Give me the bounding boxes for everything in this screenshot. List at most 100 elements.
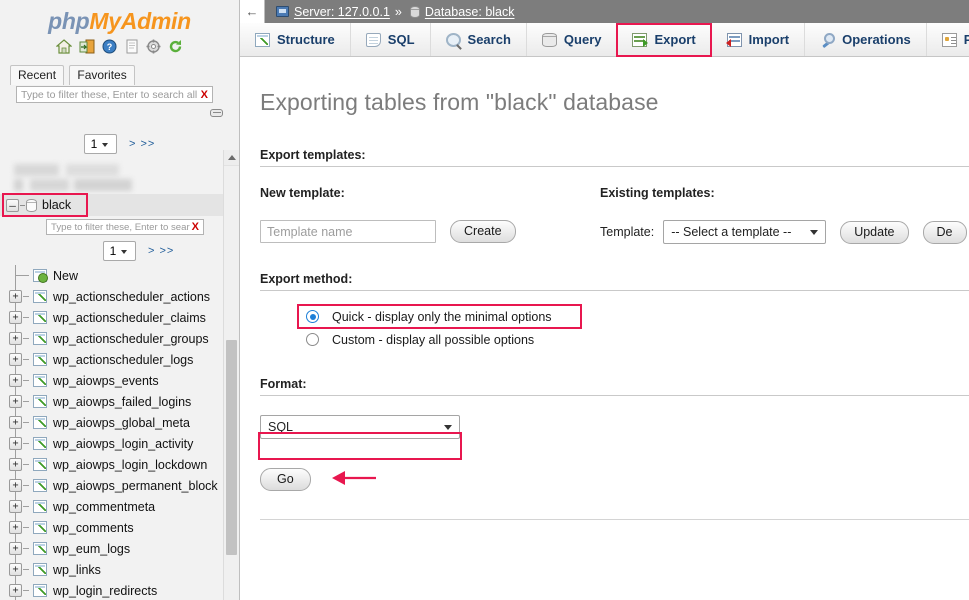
tree-item-label[interactable]: wp_aiowps_permanent_block [53, 479, 218, 493]
tab-import[interactable]: Import [712, 23, 805, 56]
tree-item-wp-eum-logs[interactable]: + wp_eum_logs [0, 538, 239, 559]
quick-radio-row[interactable]: Quick - display only the minimal options [306, 305, 969, 328]
tree-item-wp-aiowps-login-activity[interactable]: + wp_aiowps_login_activity [0, 433, 239, 454]
tree-item-label[interactable]: wp_actionscheduler_actions [53, 290, 210, 304]
tree-item-wp-aiowps-events[interactable]: + wp_aiowps_events [0, 370, 239, 391]
tab-structure[interactable]: Structure [240, 23, 351, 56]
sidebar-tab-favorites[interactable]: Favorites [69, 65, 134, 85]
table-pager-last[interactable]: >> [159, 245, 174, 257]
tree-item-wp-comments[interactable]: + wp_comments [0, 517, 239, 538]
db-pager-arrows[interactable]: > >> [129, 138, 155, 150]
tree-item-wp-login-redirects[interactable]: + wp_login_redirects [0, 580, 239, 600]
tree-item-label[interactable]: wp_aiowps_failed_logins [53, 395, 191, 409]
tree-item-label[interactable]: wp_aiowps_global_meta [53, 416, 190, 430]
back-button[interactable]: ← [240, 0, 265, 23]
collapse-icon[interactable]: – [6, 199, 19, 212]
expand-icon[interactable]: + [9, 374, 22, 387]
tree-item-label[interactable]: wp_aiowps_login_lockdown [53, 458, 207, 472]
delete-template-button[interactable]: De [923, 221, 967, 244]
tab-operations[interactable]: Operations [805, 23, 927, 56]
update-template-button[interactable]: Update [840, 221, 908, 244]
db-page-select[interactable]: 1 [84, 134, 117, 154]
tree-item-label[interactable]: wp_actionscheduler_claims [53, 311, 206, 325]
tab-export[interactable]: Export [617, 23, 711, 56]
tree-item-label[interactable]: New [53, 269, 78, 283]
expand-icon[interactable]: + [9, 542, 22, 555]
create-template-button[interactable]: Create [450, 220, 516, 243]
tree-item-label[interactable]: wp_actionscheduler_logs [53, 353, 193, 367]
tree-item-wp-actionscheduler-logs[interactable]: + wp_actionscheduler_logs [0, 349, 239, 370]
template-select[interactable]: -- Select a template -- [663, 220, 826, 244]
table-pager-next[interactable]: > [148, 245, 155, 257]
tree-item-wp-aiowps-permanent-block[interactable]: + wp_aiowps_permanent_block [0, 475, 239, 496]
sidebar-tab-recent[interactable]: Recent [10, 65, 64, 85]
db-filter-input[interactable]: Type to filter these, Enter to search al… [16, 86, 213, 103]
tree-item-wp-actionscheduler-groups[interactable]: + wp_actionscheduler_groups [0, 328, 239, 349]
expand-icon[interactable]: + [9, 521, 22, 534]
tab-query[interactable]: Query [527, 23, 618, 56]
format-select[interactable]: SQL [260, 415, 460, 439]
custom-radio-row[interactable]: Custom - display all possible options [306, 328, 969, 351]
expand-icon[interactable]: + [9, 479, 22, 492]
expand-icon[interactable]: + [9, 437, 22, 450]
tree-item-wp-commentmeta[interactable]: + wp_commentmeta [0, 496, 239, 517]
expand-icon[interactable]: + [9, 332, 22, 345]
quick-radio[interactable] [306, 310, 319, 323]
expand-icon[interactable]: + [9, 311, 22, 324]
quick-radio-label[interactable]: Quick - display only the minimal options [332, 310, 552, 324]
tree-connector [23, 464, 29, 465]
breadcrumb-database[interactable]: Database: black [425, 5, 515, 19]
go-button[interactable]: Go [260, 468, 311, 491]
tree-item-label[interactable]: wp_comments [53, 521, 134, 535]
tab-privile[interactable]: Privile [927, 23, 969, 56]
tree-item-label[interactable]: wp_aiowps_login_activity [53, 437, 193, 451]
docs-icon[interactable] [125, 39, 139, 58]
expand-icon[interactable]: + [9, 353, 22, 366]
tree-item-wp-aiowps-global-meta[interactable]: + wp_aiowps_global_meta [0, 412, 239, 433]
tree-item-wp-aiowps-failed-logins[interactable]: + wp_aiowps_failed_logins [0, 391, 239, 412]
tree-item-label[interactable]: wp_actionscheduler_groups [53, 332, 209, 346]
custom-radio-label[interactable]: Custom - display all possible options [332, 333, 534, 347]
table-filter-input[interactable]: Type to filter these, Enter to search X [46, 219, 204, 235]
tree-item-wp-actionscheduler-claims[interactable]: + wp_actionscheduler_claims [0, 307, 239, 328]
reload-icon[interactable] [168, 39, 183, 58]
table-page-select[interactable]: 1 [103, 241, 136, 261]
custom-radio[interactable] [306, 333, 319, 346]
expand-icon[interactable]: + [9, 563, 22, 576]
gear-icon[interactable] [146, 39, 161, 58]
tree-item-label[interactable]: wp_eum_logs [53, 542, 130, 556]
home-icon[interactable] [56, 39, 72, 58]
database-black-row[interactable]: – black [0, 194, 239, 216]
tree-item-label[interactable]: wp_login_redirects [53, 584, 157, 598]
tree-item-wp-actionscheduler-actions[interactable]: + wp_actionscheduler_actions [0, 286, 239, 307]
logout-icon[interactable] [79, 39, 95, 58]
tree-item-label[interactable]: wp_links [53, 563, 101, 577]
db-filter-clear-icon[interactable]: X [199, 89, 208, 101]
database-name-label[interactable]: black [42, 198, 71, 212]
tab-search[interactable]: Search [431, 23, 527, 56]
db-pager-next[interactable]: > [129, 138, 136, 150]
template-name-input[interactable]: Template name [260, 220, 436, 243]
table-filter-clear-icon[interactable]: X [190, 221, 199, 233]
scroll-up-icon[interactable] [224, 150, 239, 166]
tree-item-label[interactable]: wp_aiowps_events [53, 374, 159, 388]
expand-icon[interactable]: + [9, 290, 22, 303]
sidebar-scrollbar[interactable] [223, 150, 239, 600]
expand-icon[interactable]: + [9, 416, 22, 429]
tab-label: Query [564, 32, 602, 47]
db-pager-last[interactable]: >> [140, 138, 155, 150]
expand-icon[interactable]: + [9, 458, 22, 471]
scrollbar-thumb[interactable] [226, 340, 237, 555]
tree-item-wp-aiowps-login-lockdown[interactable]: + wp_aiowps_login_lockdown [0, 454, 239, 475]
tab-sql[interactable]: SQL [351, 23, 431, 56]
help-icon[interactable]: ? [102, 39, 117, 58]
table-pager-arrows[interactable]: > >> [148, 245, 174, 257]
tree-item-wp-links[interactable]: + wp_links [0, 559, 239, 580]
breadcrumb-server[interactable]: Server: 127.0.0.1 [294, 5, 390, 19]
expand-icon[interactable]: + [9, 500, 22, 513]
expand-icon[interactable]: + [9, 395, 22, 408]
phpmyadmin-logo[interactable]: phpMyAdmin [0, 0, 239, 36]
tree-item-label[interactable]: wp_commentmeta [53, 500, 155, 514]
tree-item-new[interactable]: New [0, 265, 239, 286]
expand-icon[interactable]: + [9, 584, 22, 597]
